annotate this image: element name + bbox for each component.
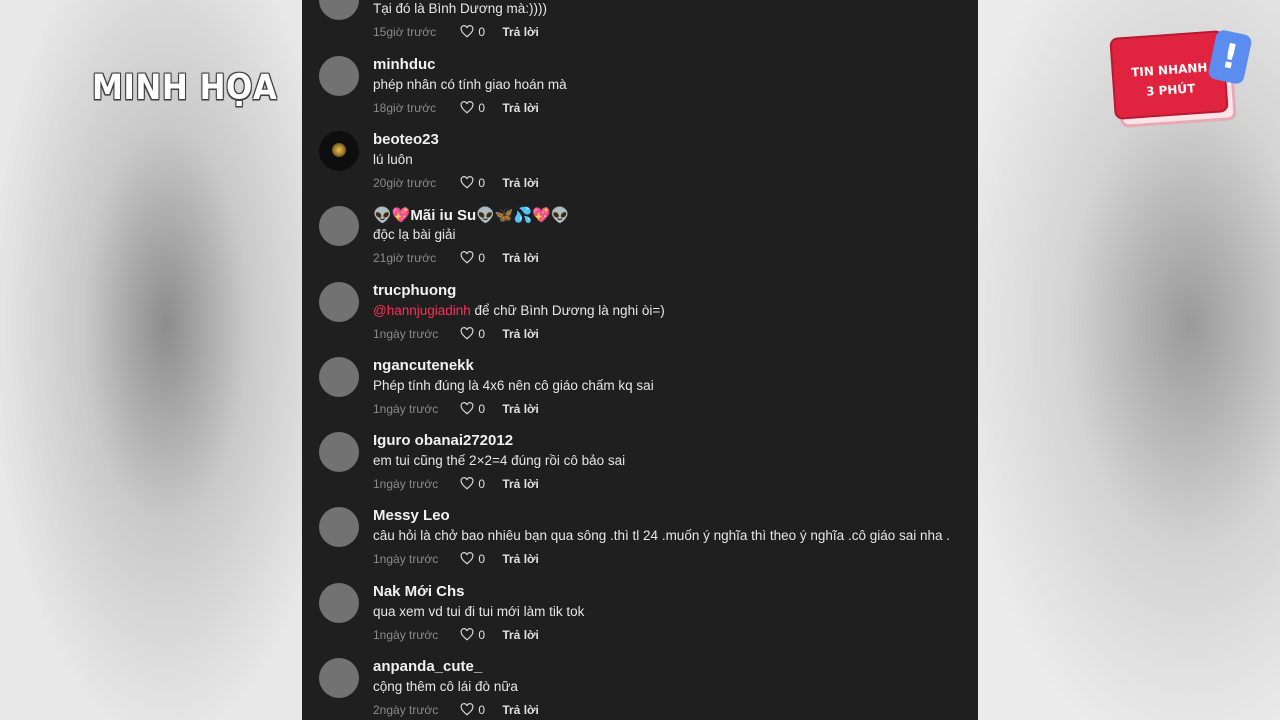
like-count: 0 [478,100,486,115]
comment-username[interactable]: beoteo23 [373,131,439,148]
reply-button[interactable]: Trả lời [502,327,539,341]
avatar[interactable] [319,507,359,547]
avatar[interactable] [319,357,359,397]
like-count: 0 [478,326,486,341]
avatar[interactable] [319,432,359,472]
watermark-minh-hoa: MINH HỌA [92,67,278,109]
like-count: 0 [478,702,486,717]
reply-button[interactable]: Trả lời [502,552,539,566]
comment-item: Tại đó là Bình Dương mà:)))) 15giờ trước… [302,0,978,55]
comments-panel[interactable]: Tại đó là Bình Dương mà:)))) 15giờ trước… [302,0,978,720]
comment-meta: 1ngày trước 0 Trả lời [373,326,539,344]
comment-time: 1ngày trước [373,551,439,566]
like-count: 0 [478,401,486,416]
avatar[interactable] [319,583,359,623]
comment-meta: 1ngày trước 0 Trả lời [373,476,539,494]
heart-icon[interactable] [460,251,474,264]
comment-time: 1ngày trước [373,627,439,642]
comment-text: qua xem vd tui đi tui mới làm tik tok [373,604,585,619]
comment-username[interactable]: Messy Leo [373,507,450,524]
comment-item: beoteo23 lú luôn 20giờ trước 0 Trả lời [302,131,978,206]
comment-text: lú luôn [373,152,413,167]
heart-icon[interactable] [460,25,474,38]
comment-meta: 2ngày trước 0 Trả lời [373,702,539,720]
comment-meta: 15giờ trước 0 Trả lời [373,24,539,42]
comment-text-body: để chữ Bình Dương là nghi òi=) [470,303,665,318]
heart-icon[interactable] [460,101,474,114]
comment-meta: 1ngày trước 0 Trả lời [373,627,539,645]
comment-meta: 18giờ trước 0 Trả lời [373,100,539,118]
comment-meta: 1ngày trước 0 Trả lời [373,551,539,569]
comment-text: Phép tính đúng là 4x6 nên cô giáo chấm k… [373,378,654,393]
comment-username[interactable]: ngancutenekk [373,357,474,374]
comment-username[interactable]: Iguro obanai272012 [373,432,513,449]
comment-meta: 20giờ trước 0 Trả lời [373,175,539,193]
avatar[interactable] [319,131,359,171]
news-badge-logo: TIN NHANH 3 PHÚT ! [1109,28,1257,128]
comment-item: Messy Leo câu hỏi là chở bao nhiêu bạn q… [302,507,978,582]
comment-text: câu hỏi là chở bao nhiêu bạn qua sông .t… [373,528,951,543]
mention-link[interactable]: @hannjugiadinh [373,303,471,318]
heart-icon[interactable] [460,176,474,189]
comment-time: 2ngày trước [373,702,439,717]
comment-time: 20giờ trước [373,175,437,190]
heart-icon[interactable] [460,628,474,641]
reply-button[interactable]: Trả lời [502,25,539,39]
like-count: 0 [478,175,486,190]
comment-text: em tui cũng thế 2×2=4 đúng rồi cô bảo sa… [373,453,626,468]
comment-item: ngancutenekk Phép tính đúng là 4x6 nên c… [302,357,978,432]
avatar[interactable] [319,282,359,322]
comment-time: 1ngày trước [373,326,439,341]
like-count: 0 [478,627,486,642]
comment-item: 👽💖Mãi iu Su👽🦋💦💖👽 độc lạ bài giải 21giờ t… [302,206,978,281]
reply-button[interactable]: Trả lời [502,101,539,115]
reply-button[interactable]: Trả lời [502,703,539,717]
comment-item: Iguro obanai272012 em tui cũng thế 2×2=4… [302,432,978,507]
heart-icon[interactable] [460,327,474,340]
comment-item: anpanda_cute_ cộng thêm cô lái đò nữa 2n… [302,658,978,720]
comment-text: Tại đó là Bình Dương mà:)))) [373,1,547,16]
comment-time: 1ngày trước [373,476,439,491]
comment-meta: 1ngày trước 0 Trả lời [373,401,539,419]
reply-button[interactable]: Trả lời [502,628,539,642]
avatar[interactable] [319,206,359,246]
heart-icon[interactable] [460,703,474,716]
comment-username[interactable]: trucphuong [373,282,456,299]
comment-time: 1ngày trước [373,401,439,416]
avatar[interactable] [319,0,359,20]
comment-username[interactable]: anpanda_cute_ [373,658,482,675]
comment-time: 15giờ trước [373,24,437,39]
avatar[interactable] [319,56,359,96]
comment-username[interactable]: 👽💖Mãi iu Su👽🦋💦💖👽 [373,206,570,224]
comment-item: minhduc phép nhân có tính giao hoán mà 1… [302,56,978,131]
comment-username[interactable]: Nak Mới Chs [373,583,465,600]
like-count: 0 [478,24,486,39]
comment-text: độc lạ bài giải [373,227,456,242]
comment-text: @hannjugiadinh để chữ Bình Dương là nghi… [373,303,665,318]
like-count: 0 [478,250,486,265]
comment-username[interactable]: minhduc [373,56,436,73]
comment-item: Nak Mới Chs qua xem vd tui đi tui mới là… [302,583,978,658]
comment-time: 18giờ trước [373,100,437,115]
comment-item: trucphuong @hannjugiadinh để chữ Bình Dư… [302,282,978,357]
comment-text: cộng thêm cô lái đò nữa [373,679,518,694]
comment-text: phép nhân có tính giao hoán mà [373,77,567,92]
reply-button[interactable]: Trả lời [502,176,539,190]
reply-button[interactable]: Trả lời [502,477,539,491]
heart-icon[interactable] [460,552,474,565]
like-count: 0 [478,476,486,491]
avatar[interactable] [319,658,359,698]
badge-text: TIN NHANH 3 PHÚT [1129,57,1212,102]
like-count: 0 [478,551,486,566]
heart-icon[interactable] [460,402,474,415]
reply-button[interactable]: Trả lời [502,402,539,416]
heart-icon[interactable] [460,477,474,490]
comment-time: 21giờ trước [373,250,437,265]
comment-meta: 21giờ trước 0 Trả lời [373,250,539,268]
reply-button[interactable]: Trả lời [502,251,539,265]
